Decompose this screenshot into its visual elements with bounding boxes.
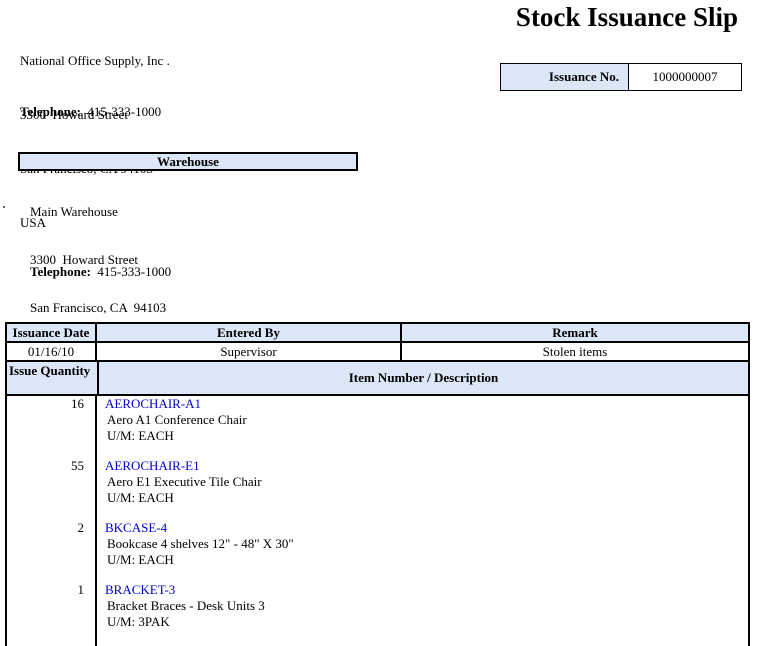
issuance-details-table: Issuance Date Entered By Remark 01/16/10… (5, 322, 750, 646)
warehouse-header-bar: Warehouse (18, 152, 358, 171)
col-header-remark: Remark (402, 324, 748, 341)
item-code-link[interactable]: AEROCHAIR-E1 (105, 458, 200, 474)
issuance-no-label: Issuance No. (501, 64, 629, 90)
col-header-entered-by: Entered By (97, 324, 402, 341)
issuance-number-box: Issuance No. 1000000007 (500, 63, 742, 91)
warehouse-name: Main Warehouse (30, 204, 166, 220)
item-description: Bookcase 4 shelves 12" - 48" X 30" (105, 536, 294, 552)
item-qty: 55 (7, 458, 95, 506)
item-qty: 2 (7, 520, 95, 568)
info-value-row: 01/16/10 Supervisor Stolen items (7, 343, 748, 362)
company-telephone: Telephone: 415-333-1000 (20, 104, 161, 120)
col-header-issuance-date: Issuance Date (7, 324, 97, 341)
issuance-no-value: 1000000007 (629, 64, 741, 90)
item-row: 55 AEROCHAIR-E1 Aero E1 Executive Tile C… (7, 458, 748, 506)
info-header-row: Issuance Date Entered By Remark (7, 324, 748, 343)
entered-by-value: Supervisor (97, 343, 402, 360)
item-description: Aero E1 Executive Tile Chair (105, 474, 262, 490)
stray-mark (3, 206, 5, 208)
item-uom: U/M: EACH (105, 552, 294, 568)
items-header-row: Issue Quantity Item Number / Description (7, 362, 748, 396)
company-telephone-number: 415-333-1000 (87, 104, 161, 119)
items-body: 16 AEROCHAIR-A1 Aero A1 Conference Chair… (7, 396, 748, 646)
warehouse-city: San Francisco, CA 94103 (30, 300, 166, 316)
col-header-item-number-description: Item Number / Description (99, 362, 748, 394)
item-code-link[interactable]: BKCASE-4 (105, 520, 167, 536)
item-description: Aero A1 Conference Chair (105, 412, 247, 428)
item-qty: 16 (7, 396, 95, 444)
issuance-date-value: 01/16/10 (7, 343, 97, 360)
item-description: Bracket Braces - Desk Units 3 (105, 598, 265, 614)
company-name: National Office Supply, Inc . (20, 52, 170, 70)
company-telephone-label: Telephone: (20, 104, 81, 119)
item-row: 1 BRACKET-3 Bracket Braces - Desk Units … (7, 582, 748, 630)
item-code-link[interactable]: BRACKET-3 (105, 582, 175, 598)
warehouse-telephone-number: 415-333-1000 (97, 264, 171, 279)
col-header-issue-quantity: Issue Quantity (7, 362, 99, 394)
item-row: 16 AEROCHAIR-A1 Aero A1 Conference Chair… (7, 396, 748, 444)
item-qty: 1 (7, 582, 95, 630)
item-uom: U/M: EACH (105, 428, 247, 444)
page-title: Stock Issuance Slip (516, 2, 738, 33)
item-uom: U/M: 3PAK (105, 614, 265, 630)
remark-value: Stolen items (402, 343, 748, 360)
warehouse-telephone: Telephone: 415-333-1000 (30, 264, 171, 280)
item-uom: U/M: EACH (105, 490, 262, 506)
item-code-link[interactable]: AEROCHAIR-A1 (105, 396, 201, 412)
quantity-column-divider (95, 396, 97, 646)
item-row: 2 BKCASE-4 Bookcase 4 shelves 12" - 48" … (7, 520, 748, 568)
warehouse-telephone-label: Telephone: (30, 264, 91, 279)
